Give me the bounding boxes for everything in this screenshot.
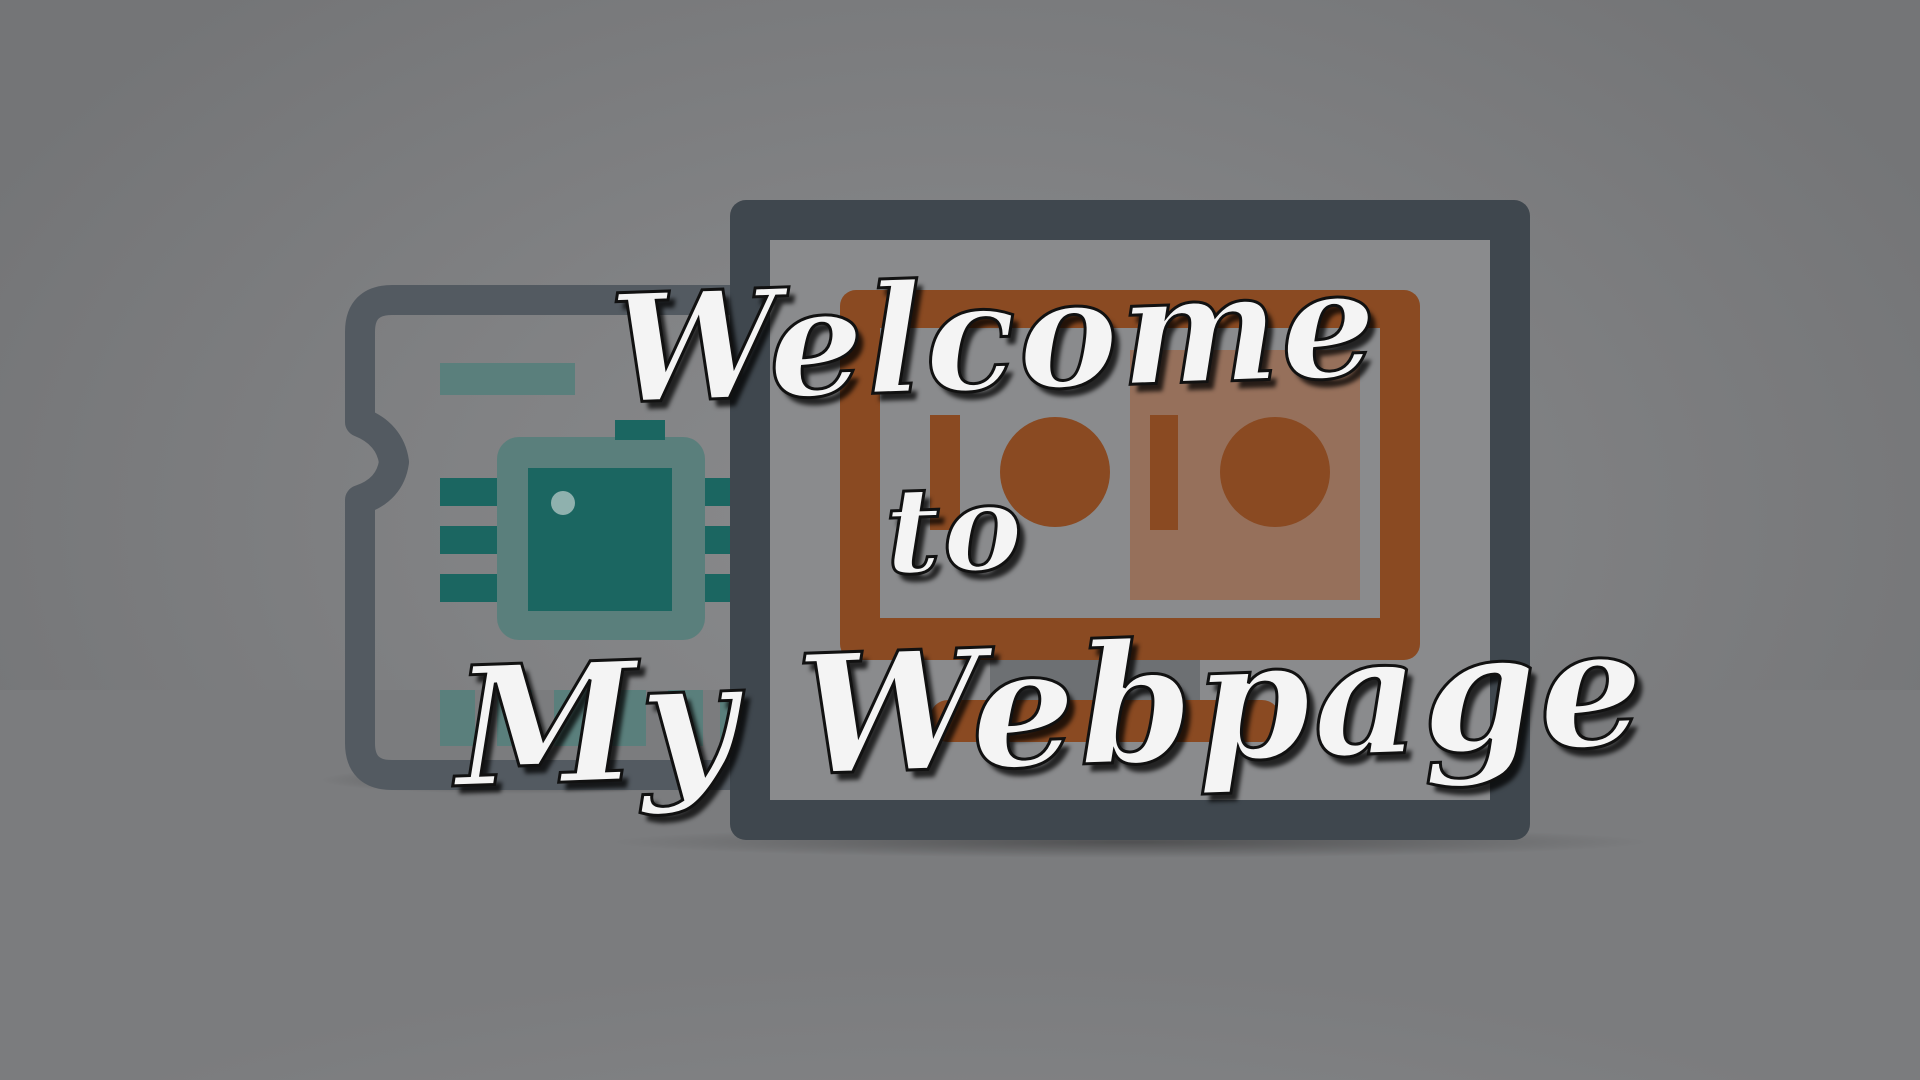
title-line-to: to	[881, 455, 1028, 604]
title-line-welcome: Welcome	[606, 234, 1383, 440]
title-line-my-webpage: My Webpage	[450, 588, 1650, 826]
welcome-title: Welcome to My Webpage	[0, 0, 1920, 1080]
